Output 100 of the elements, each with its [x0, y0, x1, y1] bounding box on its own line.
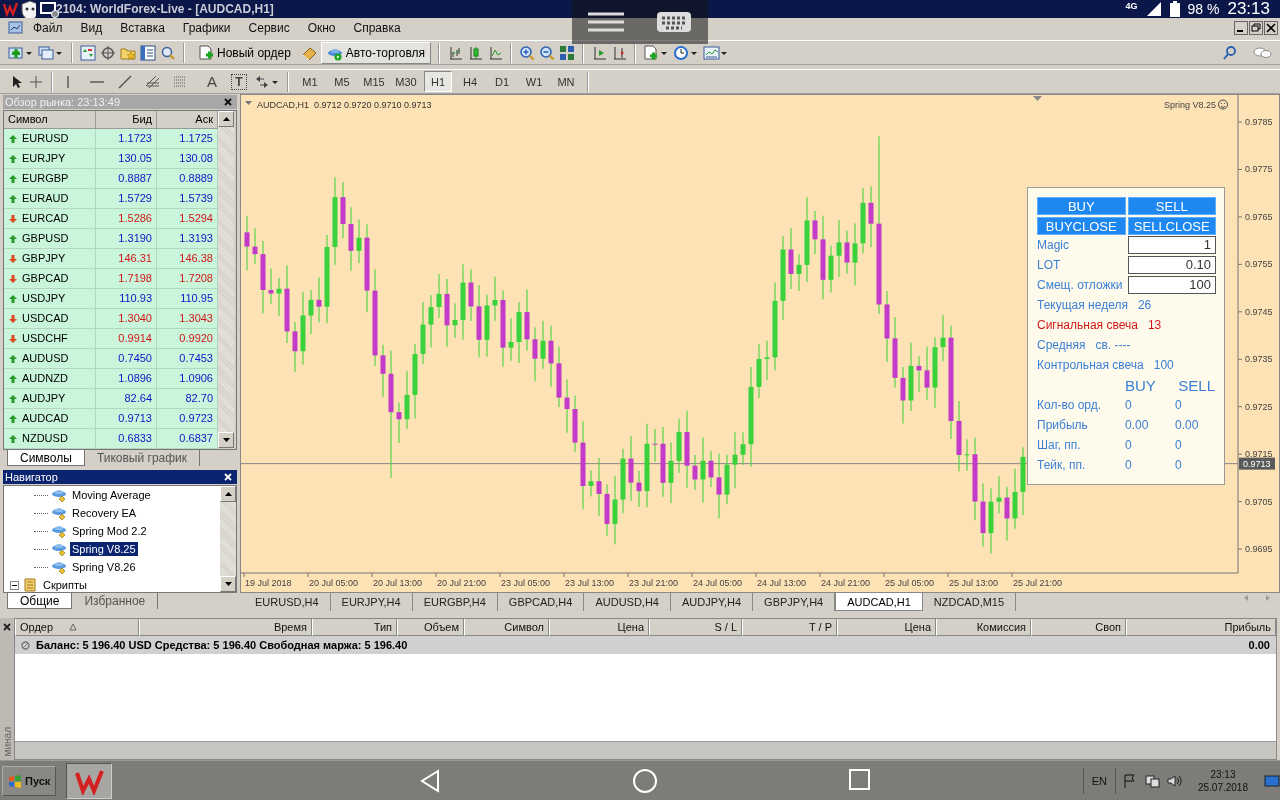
keyboard-icon[interactable] [656, 11, 692, 33]
column-header[interactable]: Аск [157, 111, 218, 129]
taskbar-app-button[interactable] [66, 762, 113, 799]
menu-item[interactable]: Графики [173, 21, 240, 35]
dropdown-triangle-icon[interactable] [245, 101, 252, 105]
trade-button[interactable]: SELLCLOSE [1127, 217, 1216, 235]
input-field[interactable]: 100 [1128, 276, 1216, 294]
list-window-icon[interactable] [140, 44, 156, 61]
close-icon[interactable] [223, 97, 233, 107]
tree-item[interactable]: Moving Average [70, 488, 153, 502]
flag-icon[interactable] [1121, 772, 1138, 789]
timeframe-button[interactable]: W1 [520, 71, 548, 92]
candle [676, 418, 682, 474]
collapse-icon[interactable] [10, 580, 19, 590]
desktop-icon[interactable] [1264, 772, 1280, 789]
crosshair-icon[interactable] [100, 44, 116, 61]
new-order-button[interactable]: Новый ордер [192, 41, 297, 64]
time-label: 20 Jul 05:00 [309, 578, 359, 588]
chart-tab[interactable]: AUDUSD,H4 [584, 593, 671, 611]
minimize-icon[interactable] [1234, 21, 1248, 35]
chart-tab[interactable]: GBPCAD,H4 [497, 593, 585, 611]
shift-icon[interactable] [611, 44, 628, 61]
column-header[interactable]: Символ [4, 111, 96, 129]
chart-tab[interactable]: EURUSD,H4 [244, 593, 331, 611]
menu-item[interactable]: Файл [24, 21, 72, 35]
scroll-up-icon[interactable] [224, 492, 232, 496]
menu-item[interactable]: Окно [298, 21, 345, 35]
text-label-tool-button[interactable]: T [228, 71, 250, 92]
tab[interactable]: Избранное [72, 593, 159, 609]
bar-chart-icon[interactable] [447, 44, 464, 61]
menu-item[interactable]: Вставка [111, 21, 174, 35]
scroll-down-icon[interactable] [224, 582, 232, 586]
search-icon[interactable] [1222, 44, 1238, 61]
menu-item[interactable]: Вид [71, 21, 112, 35]
menu-item[interactable]: Справка [344, 21, 410, 35]
zoom-out-icon[interactable] [539, 44, 556, 61]
text-tool-button[interactable]: A [200, 71, 224, 92]
tab[interactable]: Тиковый график [84, 450, 201, 466]
scrollbar[interactable] [220, 486, 236, 592]
tree-item[interactable]: Recovery EA [70, 506, 139, 520]
arrows-icon[interactable] [80, 44, 96, 61]
menu-icon[interactable] [588, 11, 624, 33]
scroll-down-icon[interactable] [222, 438, 230, 442]
scroll-icon[interactable] [591, 44, 608, 61]
timeframe-button[interactable]: M30 [392, 71, 420, 92]
tree-item[interactable]: Spring V8.25 [70, 542, 138, 556]
shift-marker-icon[interactable] [1033, 96, 1042, 101]
network-icon[interactable] [1143, 772, 1160, 789]
trade-button[interactable]: BUY [1037, 197, 1126, 215]
timeframe-button[interactable]: M1 [296, 71, 324, 92]
timeframe-button[interactable]: H4 [456, 71, 484, 92]
chart-tab[interactable]: EURJPY,H4 [330, 593, 413, 611]
tree-item[interactable]: Spring Mod 2.2 [70, 524, 149, 538]
tiles-icon[interactable] [559, 44, 576, 61]
trade-button[interactable]: SELL [1127, 197, 1216, 215]
tree-item[interactable]: Скрипты [41, 578, 89, 592]
line-chart-icon[interactable] [487, 44, 504, 61]
tab[interactable]: Общие [7, 593, 73, 609]
recent-apps-icon[interactable] [848, 767, 872, 791]
shield-icon[interactable] [20, 0, 36, 18]
chart-tab[interactable]: AUDCAD,H1 [835, 593, 923, 611]
template-icon[interactable] [703, 44, 730, 61]
arrows-icon[interactable] [254, 73, 280, 90]
candlestick-icon[interactable] [467, 44, 484, 61]
chart-tab[interactable]: AUDJPY,H4 [671, 593, 754, 611]
input-field[interactable]: 0.10 [1128, 256, 1216, 274]
timeframe-button[interactable]: MN [552, 71, 580, 92]
restore-icon[interactable] [1249, 21, 1263, 35]
timeframe-button[interactable]: H1 [424, 71, 452, 92]
language-indicator[interactable]: EN [1082, 767, 1116, 794]
timeframe-button[interactable]: D1 [488, 71, 516, 92]
zoom-in-icon[interactable] [519, 44, 536, 61]
menu-item[interactable]: Сервис [239, 21, 299, 35]
timeframe-button[interactable]: M5 [328, 71, 356, 92]
chat-icon[interactable] [1252, 44, 1272, 61]
column-header[interactable]: Бид [96, 111, 157, 129]
input-field[interactable]: 1 [1128, 236, 1216, 254]
tree-item[interactable]: Spring V8.26 [70, 560, 138, 574]
chart-plus-icon[interactable] [8, 44, 34, 61]
candle [356, 218, 362, 264]
start-button[interactable]: Пуск [2, 765, 57, 796]
scrollbar[interactable] [15, 741, 1276, 759]
timeframe-button[interactable]: M15 [360, 71, 388, 92]
battery-icon[interactable] [1169, 1, 1180, 17]
stat-value: 0 [1125, 438, 1133, 452]
document-plus-icon[interactable] [643, 44, 670, 61]
magnifier-icon[interactable] [160, 44, 176, 61]
speaker-icon[interactable] [1165, 772, 1182, 789]
auto-trading-button[interactable]: Авто-торговля [320, 41, 432, 64]
chart-tab[interactable]: NZDCAD,M15 [922, 593, 1017, 611]
home-icon[interactable] [632, 767, 659, 794]
scroll-up-icon[interactable] [222, 117, 230, 121]
close-icon[interactable] [1264, 21, 1278, 35]
close-icon[interactable] [2, 622, 12, 632]
windows-icon[interactable] [38, 44, 64, 61]
scrollbar[interactable] [218, 111, 234, 448]
trade-button[interactable]: BUYCLOSE [1037, 217, 1126, 235]
clock-icon[interactable] [673, 44, 700, 61]
tab[interactable]: Символы [7, 450, 85, 466]
chart-tab[interactable]: EURGBP,H4 [412, 593, 498, 611]
